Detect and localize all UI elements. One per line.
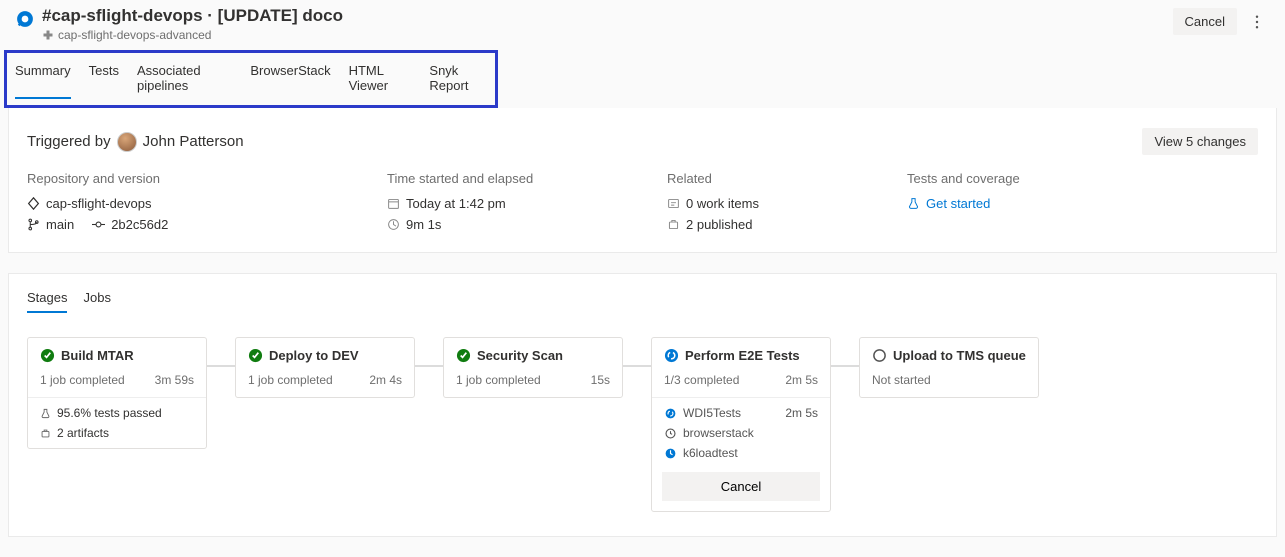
stages-section: Stages Jobs Build MTAR 1 job completed 3… [8, 273, 1277, 537]
trigger-row: Triggered by John Patterson View 5 chang… [9, 108, 1276, 171]
tab-snyk-report[interactable]: Snyk Report [429, 63, 487, 99]
triggered-by-user[interactable]: John Patterson [143, 133, 244, 150]
tab-jobs[interactable]: Jobs [83, 290, 110, 313]
stage-card-deploy-dev[interactable]: Deploy to DEV 1 job completed 2m 4s [235, 337, 415, 398]
work-items[interactable]: 0 work items [686, 196, 759, 211]
pipeline-subtitle[interactable]: cap-sflight-devops-advanced [42, 28, 343, 42]
pipeline-icon [42, 29, 54, 41]
summary-panel: Triggered by John Patterson View 5 chang… [8, 108, 1277, 253]
commit-icon [92, 218, 105, 231]
tests-label: Tests and coverage [907, 171, 1020, 186]
related-col: Related 0 work items 2 published [667, 171, 847, 232]
success-icon [40, 348, 55, 363]
stage-connector [831, 365, 859, 367]
stage-cancel-button[interactable]: Cancel [662, 472, 820, 501]
title-area: #cap-sflight-devops · [UPDATE] doco cap-… [16, 6, 1173, 42]
published-count[interactable]: 2 published [686, 217, 753, 232]
pending-icon [664, 427, 677, 440]
artifact-icon [40, 428, 51, 439]
calendar-icon [387, 197, 400, 210]
stage-job-browserstack[interactable]: browserstack [664, 426, 818, 440]
pipeline-run-icon [16, 10, 34, 28]
time-elapsed: 9m 1s [406, 217, 441, 232]
tests-col: Tests and coverage Get started [907, 171, 1020, 232]
run-header: #cap-sflight-devops · [UPDATE] doco cap-… [0, 0, 1285, 42]
stage-jobs-text: 1 job completed [40, 373, 125, 387]
get-started-link[interactable]: Get started [926, 196, 990, 211]
stage-job-wdi5[interactable]: WDI5Tests 2m 5s [664, 406, 818, 420]
success-icon [248, 348, 263, 363]
time-col: Time started and elapsed Today at 1:42 p… [387, 171, 607, 232]
clock-icon [387, 218, 400, 231]
header-actions: Cancel [1173, 8, 1269, 35]
stage-flow: Build MTAR 1 job completed 3m 59s 95.6% … [27, 337, 1258, 512]
stage-connector [623, 365, 651, 367]
queued-icon [664, 447, 677, 460]
repo-icon [27, 197, 40, 210]
tab-summary[interactable]: Summary [15, 63, 71, 99]
stage-duration: 3m 59s [155, 373, 194, 387]
view-changes-button[interactable]: View 5 changes [1142, 128, 1258, 155]
branch-icon [27, 218, 40, 231]
stage-job-k6loadtest[interactable]: k6loadtest [664, 446, 818, 460]
stage-connector [415, 365, 443, 367]
page-title: #cap-sflight-devops · [UPDATE] doco [42, 6, 343, 26]
stage-card-security-scan[interactable]: Security Scan 1 job completed 15s [443, 337, 623, 398]
highlighted-tabs-box: Summary Tests Associated pipelines Brows… [4, 50, 498, 108]
artifact-icon [667, 218, 680, 231]
tab-browserstack[interactable]: BrowserStack [250, 63, 330, 99]
repo-col: Repository and version cap-sflight-devop… [27, 171, 327, 232]
tab-associated-pipelines[interactable]: Associated pipelines [137, 63, 232, 99]
tab-tests[interactable]: Tests [89, 63, 119, 99]
time-started: Today at 1:42 pm [406, 196, 506, 211]
beaker-icon [907, 197, 920, 210]
related-label: Related [667, 171, 847, 186]
tab-stages[interactable]: Stages [27, 290, 67, 313]
tab-html-viewer[interactable]: HTML Viewer [349, 63, 412, 99]
stage-connector [207, 365, 235, 367]
commit-hash[interactable]: 2b2c56d2 [111, 217, 168, 232]
info-row: Repository and version cap-sflight-devop… [9, 171, 1276, 252]
stages-jobs-tabs: Stages Jobs [27, 290, 1258, 313]
notstarted-icon [872, 348, 887, 363]
time-label: Time started and elapsed [387, 171, 607, 186]
running-icon [664, 348, 679, 363]
repo-label: Repository and version [27, 171, 327, 186]
success-icon [456, 348, 471, 363]
stage-card-e2e-tests[interactable]: Perform E2E Tests 1/3 completed 2m 5s WD… [651, 337, 831, 512]
cancel-button[interactable]: Cancel [1173, 8, 1237, 35]
repo-name-line[interactable]: cap-sflight-devops [27, 196, 327, 211]
more-actions-button[interactable] [1245, 9, 1269, 35]
stage-card-build-mtar[interactable]: Build MTAR 1 job completed 3m 59s 95.6% … [27, 337, 207, 449]
branch-name[interactable]: main [46, 217, 74, 232]
stage-card-tms-queue[interactable]: Upload to TMS queue Not started [859, 337, 1039, 398]
triggered-by-label: Triggered by [27, 133, 111, 150]
workitem-icon [667, 197, 680, 210]
beaker-icon [40, 408, 51, 419]
avatar [117, 132, 137, 152]
run-tabs: Summary Tests Associated pipelines Brows… [7, 53, 495, 105]
running-icon [664, 407, 677, 420]
